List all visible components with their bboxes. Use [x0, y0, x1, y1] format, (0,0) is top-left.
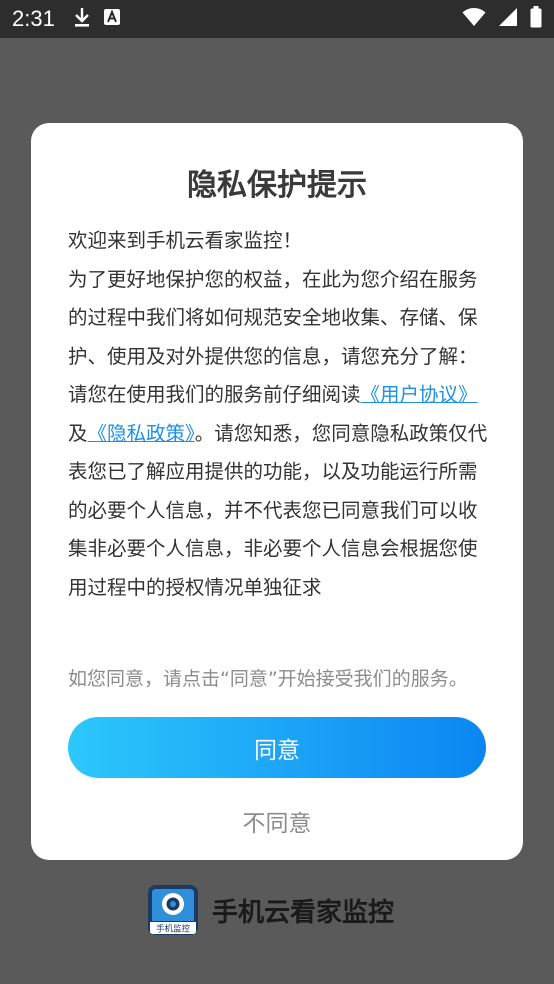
agreement-paragraph: 请您在使用我们的服务前仔细阅读《用户协议》及《隐私政策》。请您知悉，您同意隐私政…: [68, 376, 488, 607]
logo-caption: 手机监控: [156, 924, 191, 935]
status-bar: 2:31: [0, 0, 554, 38]
intro-paragraph: 为了更好地保护您的权益，在此为您介绍在服务的过程中我们将如何规范安全地收集、存储…: [68, 267, 478, 368]
policy-text: 欢迎来到手机云看家监控！ 为了更好地保护您的权益，在此为您介绍在服务的过程中我们…: [68, 222, 488, 607]
camera-logo-icon: 手机监控: [148, 885, 198, 935]
status-right-icons: [462, 6, 542, 32]
disagree-button[interactable]: 不同意: [177, 798, 377, 844]
agreement-prefix: 请您在使用我们的服务前仔细阅读: [68, 383, 361, 406]
dialog-title: 隐私保护提示: [187, 168, 367, 203]
status-left-icons: [73, 6, 121, 32]
and-text: 及: [68, 421, 88, 445]
agreement-suffix: 。请您知悉，您同意隐私政策仅代表您已了解应用提供的功能，以及功能运行所需的必要个…: [68, 421, 488, 599]
consent-hint: 如您同意，请点击“同意”开始接受我们的服务。: [68, 668, 468, 690]
app-brand: 手机监控 手机云看家监控: [148, 884, 394, 936]
welcome-paragraph: 欢迎来到手机云看家监控！: [68, 229, 303, 252]
privacy-policy-link[interactable]: 《隐私政策》: [88, 422, 195, 445]
agree-button[interactable]: 同意: [68, 717, 486, 778]
wifi-icon: [462, 7, 486, 31]
status-time: 2:31: [12, 6, 55, 31]
a-badge-icon: [103, 8, 121, 30]
signal-icon: [498, 7, 518, 31]
download-icon: [73, 6, 91, 32]
app-name: 手机云看家监控: [212, 897, 395, 928]
battery-icon: [530, 6, 542, 32]
user-agreement-link[interactable]: 《用户协议》: [361, 383, 478, 406]
